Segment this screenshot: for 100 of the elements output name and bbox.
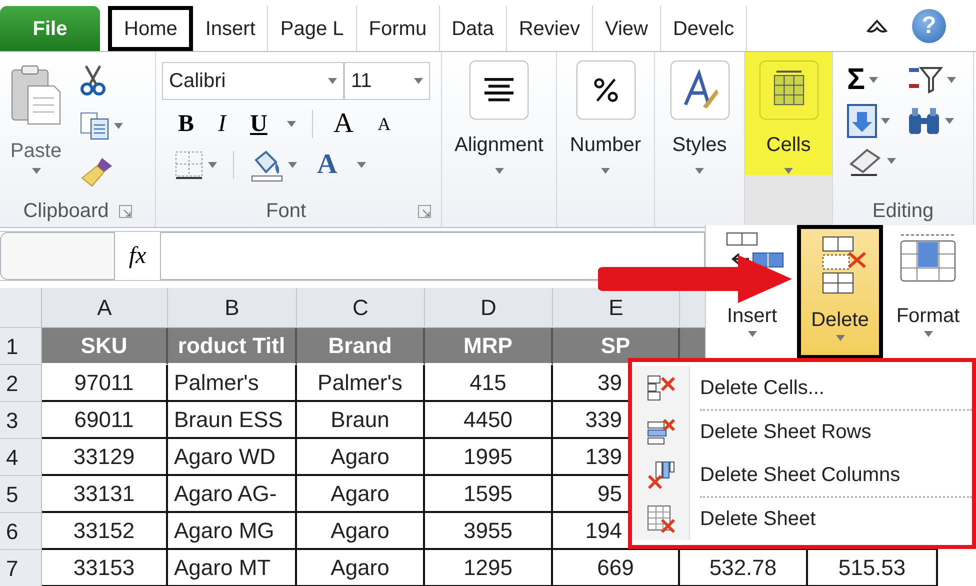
header-cell: MRP	[425, 328, 553, 365]
caret-icon	[208, 162, 217, 168]
brush-icon	[80, 156, 114, 188]
file-tab[interactable]: File	[0, 6, 100, 51]
group-label: Font	[266, 199, 306, 224]
ribbon-tab[interactable]: View	[592, 6, 661, 51]
collapse-ribbon-button[interactable]	[866, 18, 888, 34]
borders-icon	[174, 150, 204, 180]
table-cell: 97011	[42, 365, 168, 402]
column-header: A	[42, 288, 168, 328]
caret-icon	[601, 168, 610, 174]
menu-item[interactable]: Delete Sheet Rows	[632, 410, 972, 453]
table-cell: 1295	[425, 550, 553, 586]
fill-down-icon	[847, 104, 877, 138]
italic-button[interactable]: I	[214, 112, 230, 136]
underline-button[interactable]: U	[246, 112, 272, 136]
grow-font-button[interactable]: A	[329, 110, 358, 138]
menu-item[interactable]: Delete Sheet	[632, 497, 972, 540]
table-cell: Agaro	[297, 513, 425, 550]
ribbon-tab[interactable]: Formu	[356, 6, 440, 51]
caret-icon	[945, 118, 954, 124]
caret-icon	[357, 162, 366, 168]
row-header: 7	[0, 550, 42, 586]
copy-button[interactable]	[80, 112, 123, 140]
styles-icon	[668, 60, 730, 120]
paste-icon	[10, 64, 62, 126]
percent-icon	[574, 60, 636, 120]
scissors-icon	[80, 64, 106, 96]
group-label: Clipboard	[23, 199, 109, 224]
font-color-button[interactable]: A	[313, 151, 342, 179]
fill-button[interactable]	[250, 148, 297, 182]
delete-columns-icon	[646, 460, 676, 490]
table-cell: 3955	[425, 513, 553, 550]
insert-function-button[interactable]: fx	[115, 232, 160, 280]
ribbon-tab[interactable]: Reviev	[506, 6, 593, 51]
dialog-launcher[interactable]	[418, 204, 431, 218]
header-cell: Brand	[297, 328, 425, 365]
caret-icon	[288, 162, 297, 168]
alignment-button[interactable]: Alignment	[442, 52, 556, 175]
header-cell: SP	[553, 328, 680, 365]
styles-button[interactable]: Styles	[655, 52, 744, 175]
ribbon-tab[interactable]: Develc	[660, 6, 748, 51]
table-cell: Braun	[297, 402, 425, 439]
format-button[interactable]: Format	[885, 225, 971, 359]
caret-icon	[869, 77, 878, 83]
caret-icon	[695, 168, 704, 174]
menu-item[interactable]: Delete Cells...	[632, 366, 972, 409]
column-header: B	[168, 288, 297, 328]
table-cell: Agaro	[297, 476, 425, 513]
row-header: 2	[0, 365, 42, 402]
table-cell: Braun ESS	[168, 402, 297, 439]
cells-icon	[758, 60, 820, 120]
binoculars-icon	[907, 106, 941, 136]
ribbon-tab[interactable]: Home	[108, 6, 194, 51]
menu-item[interactable]: Delete Sheet Columns	[632, 453, 972, 496]
table-cell: 69011	[42, 402, 168, 439]
table-cell: Agaro AG-	[168, 476, 297, 513]
caret-icon	[32, 168, 40, 174]
table-cell: 415	[425, 365, 553, 402]
sort-filter-icon	[907, 64, 943, 96]
column-header: E	[553, 288, 680, 328]
paste-button[interactable]: Paste	[0, 52, 62, 195]
caret-icon	[836, 335, 844, 341]
delete-button[interactable]: Delete	[797, 225, 883, 359]
dialog-launcher[interactable]	[118, 204, 132, 218]
delete-cells-icon	[646, 374, 676, 402]
formula-field[interactable]	[160, 232, 705, 280]
bold-button[interactable]: B	[174, 112, 198, 136]
caret-icon	[748, 331, 756, 337]
table-cell: Palmer's	[297, 365, 425, 402]
border-button[interactable]	[174, 150, 217, 180]
table-cell: Agaro	[297, 439, 425, 476]
insert-button[interactable]: Insert	[709, 225, 795, 359]
eraser-icon	[847, 146, 883, 176]
ribbon-tab[interactable]: Data	[440, 6, 507, 51]
table-cell: Agaro WD	[168, 439, 297, 476]
table-cell: 33129	[42, 439, 168, 476]
row-header: 5	[0, 476, 42, 513]
caret-icon	[924, 331, 932, 337]
caret-icon	[114, 123, 123, 129]
caret-icon	[328, 78, 337, 84]
font-size-field[interactable]: 11	[344, 62, 430, 100]
table-cell: 33131	[42, 476, 168, 513]
number-button[interactable]: Number	[557, 52, 654, 175]
ribbon-tab[interactable]: Insert	[193, 6, 268, 51]
shrink-font-button[interactable]: A	[374, 115, 395, 133]
collapse-ribbon-icon	[866, 18, 888, 34]
table-cell: 33152	[42, 513, 168, 550]
autosum-button[interactable]: Σ	[847, 64, 907, 96]
launcher-icon	[118, 204, 132, 218]
table-cell: 1595	[425, 476, 553, 513]
column-header: C	[297, 288, 425, 328]
caret-icon	[947, 77, 956, 83]
font-name-field[interactable]: Calibri	[162, 62, 344, 100]
caret-icon	[494, 168, 504, 174]
row-header: 1	[0, 328, 42, 365]
copy-icon	[80, 112, 110, 140]
table-cell: 4450	[425, 402, 553, 439]
cells-button[interactable]: Cells	[745, 52, 832, 175]
ribbon-tab[interactable]: Page L	[268, 6, 357, 51]
